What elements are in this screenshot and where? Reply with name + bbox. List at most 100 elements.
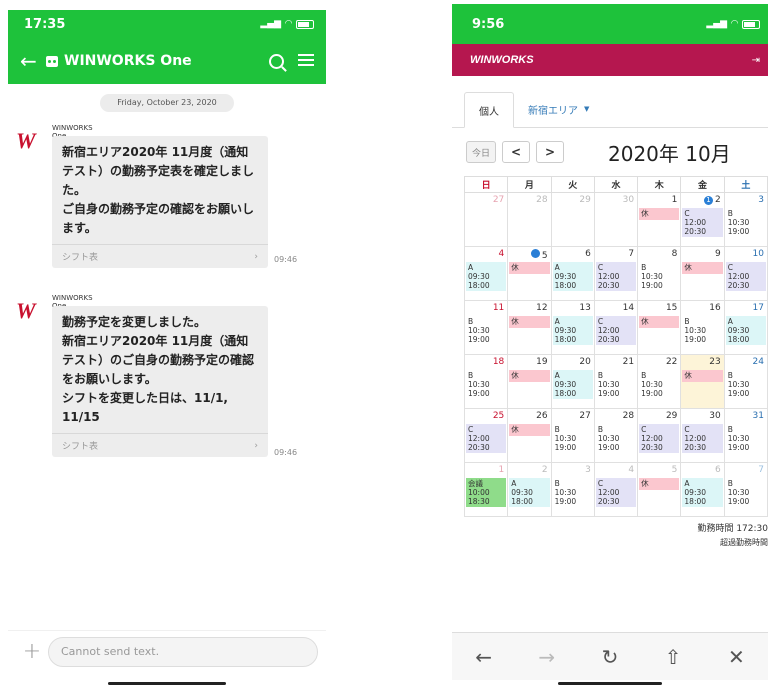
calendar-day[interactable]: 5休 [637, 462, 682, 517]
prev-month-button[interactable]: < [502, 141, 530, 163]
calendar-day[interactable]: 15 休 [637, 300, 682, 355]
day-number: 18 [492, 357, 505, 367]
day-number: 30 [709, 411, 721, 421]
calendar-day[interactable]: 4 A 09:30 18:00 [463, 246, 509, 301]
calendar-day[interactable]: 6 A 09:30 18:00 [550, 246, 595, 301]
shift-entry: B 10:30 19:00 [639, 370, 680, 399]
shift-entry: B 10:30 19:00 [466, 316, 507, 345]
view-tabs: 個人 新宿エリア ▼ [452, 84, 768, 128]
calendar-day[interactable]: 11 B 10:30 19:00 [463, 300, 509, 355]
message-input[interactable]: Cannot send text. [48, 636, 318, 667]
calendar-day[interactable]: 12C 12:00 20:30 [680, 192, 725, 247]
calendar-day[interactable]: 28 B 10:30 19:00 [593, 408, 639, 463]
calendar-day[interactable]: 17 A 09:30 18:00 [723, 300, 768, 355]
calendar-day[interactable]: 3 B 10:30 19:00 [723, 192, 768, 247]
shift-entry: B 10:30 19:00 [466, 370, 507, 399]
calendar-day[interactable]: 7 B 10:30 19:00 [723, 462, 768, 517]
calendar-day[interactable]: 7 C 12:00 20:30 [593, 246, 639, 301]
calendar-day[interactable]: 5休 [507, 246, 552, 301]
shift-entry: 休 [509, 262, 550, 274]
status-icons: ▂▄▆ ◠ [706, 19, 760, 29]
calendar-day[interactable]: 4 C 12:00 20:30 [593, 462, 639, 517]
calendar-day[interactable]: 18 B 10:30 19:00 [463, 354, 509, 409]
tab-personal[interactable]: 個人 [464, 92, 514, 128]
battery-icon [296, 19, 314, 29]
calendar-day[interactable]: 24 B 10:30 19:00 [723, 354, 768, 409]
calendar-day[interactable]: 6 A 09:30 18:00 [680, 462, 725, 517]
shift-entry: A 09:30 18:00 [509, 478, 550, 507]
chat-screen: 17:35 ▂▄▆ ◠ ← WINWORKS One Friday, Octob… [8, 10, 326, 686]
plus-icon[interactable]: + [16, 639, 48, 664]
reload-icon[interactable]: ↻ [602, 645, 619, 669]
calendar-day[interactable]: 27 [463, 192, 509, 247]
calendar-day[interactable]: 8 B 10:30 19:00 [637, 246, 682, 301]
calendar-day[interactable]: 13 A 09:30 18:00 [550, 300, 595, 355]
today-button[interactable]: 今日 [466, 141, 496, 163]
calendar-day[interactable]: 10 C 12:00 20:30 [723, 246, 768, 301]
calendar-day[interactable]: 30 C 12:00 20:30 [680, 408, 725, 463]
shift-entry: C 12:00 20:30 [682, 424, 723, 453]
message-bubble: 新宿エリア2020年 11月度（通知テスト）の勤務予定表を確定しました。 ご自身… [52, 136, 268, 268]
shift-entry: 休 [509, 424, 550, 436]
shift-entry: 休 [682, 370, 723, 382]
chevron-right-icon: › [254, 440, 258, 451]
day-number: 27 [492, 195, 505, 205]
calendar-day[interactable]: 23 休 [680, 354, 725, 409]
status-time: 9:56 [472, 16, 505, 32]
calendar-day[interactable]: 3 B 10:30 19:00 [550, 462, 595, 517]
calendar-day[interactable]: 14 C 12:00 20:30 [593, 300, 639, 355]
next-month-button[interactable]: > [536, 141, 564, 163]
day-number: 6 [714, 465, 721, 475]
share-icon[interactable]: ⇧ [665, 645, 682, 669]
forward-icon[interactable]: → [538, 645, 555, 669]
calendar-day[interactable]: 25 C 12:00 20:30 [463, 408, 509, 463]
calendar-day[interactable]: 12 休 [507, 300, 552, 355]
weekday-header: 土 [723, 176, 768, 193]
shift-entry: A 09:30 18:00 [725, 316, 766, 345]
calendar-day[interactable]: 22 B 10:30 19:00 [637, 354, 682, 409]
shift-link-button[interactable]: シフト表 › [52, 433, 268, 457]
day-number: 15 [665, 303, 678, 313]
day-number: 3 [758, 195, 764, 205]
day-number: 31 [752, 411, 764, 421]
shift-entry: 休 [639, 478, 680, 490]
shift-entry: A 09:30 18:00 [552, 262, 593, 291]
calendar-day[interactable]: 30 [593, 192, 639, 247]
search-icon[interactable] [269, 53, 284, 69]
day-number: 4 [628, 465, 635, 475]
calendar-day[interactable]: 20 A 09:30 18:00 [550, 354, 595, 409]
calendar-day[interactable]: 29 [550, 192, 595, 247]
day-number: 1 [671, 195, 678, 205]
menu-icon[interactable] [298, 53, 314, 66]
shift-entry: B 10:30 19:00 [725, 478, 766, 507]
close-icon[interactable]: ✕ [728, 645, 745, 669]
calendar-day[interactable]: 29 C 12:00 20:30 [637, 408, 682, 463]
calendar-week: 18 B 10:30 19:00 19 休 20 A 09:30 18:00 21 B 10:… [463, 354, 768, 409]
calendar-day[interactable]: 28 [507, 192, 552, 247]
shift-link-button[interactable]: シフト表 › [52, 244, 268, 268]
calendar-day[interactable]: 26 休 [507, 408, 552, 463]
calendar-day[interactable]: 2 A 09:30 18:00 [507, 462, 552, 517]
tab-area[interactable]: 新宿エリア ▼ [514, 91, 603, 127]
overtime-text: 超過勤務時間 [720, 538, 768, 547]
calendar-day[interactable]: 16 B 10:30 19:00 [680, 300, 725, 355]
chevron-right-icon: › [254, 251, 258, 262]
day-number: 5 [671, 465, 678, 475]
calendar-day[interactable]: 1休 [637, 192, 682, 247]
shift-entry: B 10:30 19:00 [552, 478, 593, 507]
notification-badge: 1 [703, 196, 713, 205]
calendar-day[interactable]: 19 休 [507, 354, 552, 409]
back-icon[interactable]: ← [475, 645, 492, 669]
day-number: 24 [752, 357, 764, 367]
day-number: 1 [498, 465, 505, 475]
calendar-day[interactable]: 27 B 10:30 19:00 [550, 408, 595, 463]
calendar-day[interactable]: 9休 [680, 246, 725, 301]
signal-icon: ▂▄▆ [260, 19, 282, 29]
back-arrow-icon[interactable]: ← [20, 49, 46, 73]
calendar-day[interactable]: 21 B 10:30 19:00 [593, 354, 639, 409]
logout-icon[interactable]: ⇥ [752, 55, 760, 66]
day-number: 7 [628, 249, 635, 259]
shift-entry: 休 [639, 208, 680, 220]
calendar-day[interactable]: 1 会議 10:00 18:30 [463, 462, 509, 517]
calendar-day[interactable]: 31 B 10:30 19:00 [723, 408, 768, 463]
